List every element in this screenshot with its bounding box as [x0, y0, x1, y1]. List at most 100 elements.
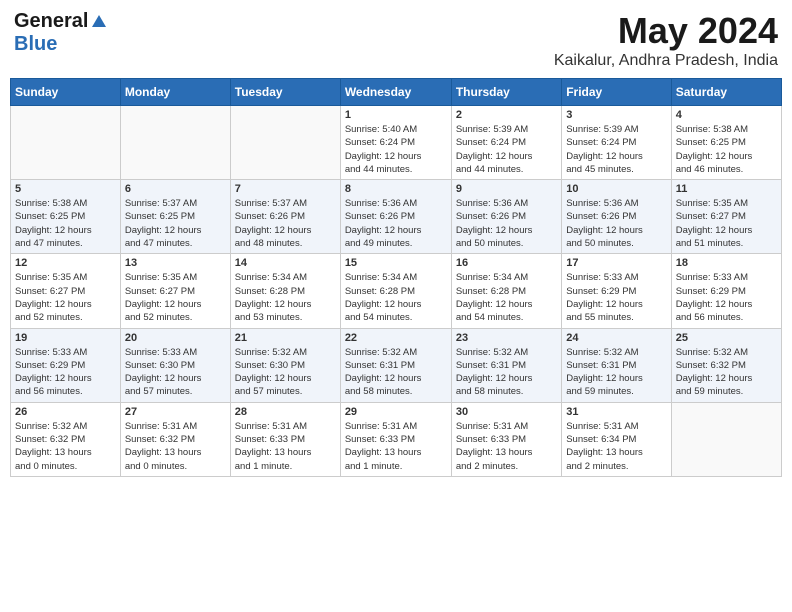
- calendar-week-row: 19 Sunrise: 5:33 AM Sunset: 6:29 PM Dayli…: [11, 328, 782, 402]
- calendar-day: 5Sunrise: 5:38 AM Sunset: 6:25 PM Daylig…: [11, 180, 121, 254]
- calendar-day: 24Sunrise: 5:32 AM Sunset: 6:31 PM Dayli…: [562, 328, 671, 402]
- calendar-day: 19 Sunrise: 5:33 AM Sunset: 6:29 PM Dayli…: [11, 328, 121, 402]
- calendar-day: 27 Sunrise: 5:31 AM Sunset: 6:32 PM Dayli…: [120, 402, 230, 476]
- day-info: Sunrise: 5:31 AM Sunset: 6:33 PM Dayligh…: [456, 420, 557, 473]
- calendar-week-row: 12 Sunrise: 5:35 AM Sunset: 6:27 PM Dayli…: [11, 254, 782, 328]
- calendar-day: 10Sunrise: 5:36 AM Sunset: 6:26 PM Dayli…: [562, 180, 671, 254]
- day-info: Sunrise: 5:31 AM Sunset: 6:32 PM Dayligh…: [125, 420, 226, 473]
- day-number: 4: [676, 109, 777, 121]
- calendar-day: 11Sunrise: 5:35 AM Sunset: 6:27 PM Dayli…: [671, 180, 781, 254]
- page-header: General Blue May 2024 Kaikalur, Andhra P…: [10, 10, 782, 70]
- month-title: May 2024: [554, 10, 778, 52]
- calendar-header-monday: Monday: [120, 79, 230, 106]
- day-number: 20: [125, 332, 226, 344]
- calendar-day: 14 Sunrise: 5:34 AM Sunset: 6:28 PM Dayli…: [230, 254, 340, 328]
- day-info: Sunrise: 5:40 AM Sunset: 6:24 PM Dayligh…: [345, 123, 447, 176]
- day-info: Sunrise: 5:35 AM Sunset: 6:27 PM Dayligh…: [676, 197, 777, 250]
- calendar-week-row: 26 Sunrise: 5:32 AM Sunset: 6:32 PM Dayli…: [11, 402, 782, 476]
- day-info: Sunrise: 5:37 AM Sunset: 6:26 PM Dayligh…: [235, 197, 336, 250]
- calendar-day: 31 Sunrise: 5:31 AM Sunset: 6:34 PM Dayli…: [562, 402, 671, 476]
- day-number: 13: [125, 257, 226, 269]
- day-info: Sunrise: 5:32 AM Sunset: 6:32 PM Dayligh…: [676, 346, 777, 399]
- day-number: 25: [676, 332, 777, 344]
- calendar-day: 21Sunrise: 5:32 AM Sunset: 6:30 PM Dayli…: [230, 328, 340, 402]
- calendar-header-thursday: Thursday: [451, 79, 561, 106]
- calendar-day: 20 Sunrise: 5:33 AM Sunset: 6:30 PM Dayli…: [120, 328, 230, 402]
- day-number: 19: [15, 332, 116, 344]
- calendar-header-sunday: Sunday: [11, 79, 121, 106]
- calendar-table: SundayMondayTuesdayWednesdayThursdayFrid…: [10, 78, 782, 477]
- calendar-day: 3 Sunrise: 5:39 AM Sunset: 6:24 PM Daylig…: [562, 106, 671, 180]
- day-number: 12: [15, 257, 116, 269]
- logo: General Blue: [14, 10, 110, 56]
- day-info: Sunrise: 5:31 AM Sunset: 6:34 PM Dayligh…: [566, 420, 666, 473]
- calendar-day: 25 Sunrise: 5:32 AM Sunset: 6:32 PM Dayli…: [671, 328, 781, 402]
- day-number: 31: [566, 406, 666, 418]
- day-info: Sunrise: 5:34 AM Sunset: 6:28 PM Dayligh…: [235, 271, 336, 324]
- calendar-day: 26 Sunrise: 5:32 AM Sunset: 6:32 PM Dayli…: [11, 402, 121, 476]
- day-number: 1: [345, 109, 447, 121]
- calendar-day: 8 Sunrise: 5:36 AM Sunset: 6:26 PM Daylig…: [340, 180, 451, 254]
- calendar-day: 4 Sunrise: 5:38 AM Sunset: 6:25 PM Daylig…: [671, 106, 781, 180]
- calendar-header-tuesday: Tuesday: [230, 79, 340, 106]
- calendar-day: 6 Sunrise: 5:37 AM Sunset: 6:25 PM Daylig…: [120, 180, 230, 254]
- day-info: Sunrise: 5:39 AM Sunset: 6:24 PM Dayligh…: [456, 123, 557, 176]
- calendar-week-row: 5Sunrise: 5:38 AM Sunset: 6:25 PM Daylig…: [11, 180, 782, 254]
- calendar-day: 17Sunrise: 5:33 AM Sunset: 6:29 PM Dayli…: [562, 254, 671, 328]
- calendar-day: 9 Sunrise: 5:36 AM Sunset: 6:26 PM Daylig…: [451, 180, 561, 254]
- day-info: Sunrise: 5:32 AM Sunset: 6:31 PM Dayligh…: [456, 346, 557, 399]
- calendar-day: [11, 106, 121, 180]
- day-number: 2: [456, 109, 557, 121]
- day-number: 7: [235, 183, 336, 195]
- calendar-week-row: 1 Sunrise: 5:40 AM Sunset: 6:24 PM Daylig…: [11, 106, 782, 180]
- calendar-day: 18Sunrise: 5:33 AM Sunset: 6:29 PM Dayli…: [671, 254, 781, 328]
- day-number: 17: [566, 257, 666, 269]
- day-info: Sunrise: 5:39 AM Sunset: 6:24 PM Dayligh…: [566, 123, 666, 176]
- day-number: 30: [456, 406, 557, 418]
- day-info: Sunrise: 5:33 AM Sunset: 6:30 PM Dayligh…: [125, 346, 226, 399]
- logo-general: General: [14, 10, 88, 33]
- calendar-day: 30 Sunrise: 5:31 AM Sunset: 6:33 PM Dayli…: [451, 402, 561, 476]
- day-number: 29: [345, 406, 447, 418]
- day-info: Sunrise: 5:36 AM Sunset: 6:26 PM Dayligh…: [456, 197, 557, 250]
- calendar-day: 1 Sunrise: 5:40 AM Sunset: 6:24 PM Daylig…: [340, 106, 451, 180]
- day-number: 3: [566, 109, 666, 121]
- day-number: 16: [456, 257, 557, 269]
- calendar-day: [230, 106, 340, 180]
- calendar-header-saturday: Saturday: [671, 79, 781, 106]
- day-number: 27: [125, 406, 226, 418]
- day-info: Sunrise: 5:35 AM Sunset: 6:27 PM Dayligh…: [125, 271, 226, 324]
- day-info: Sunrise: 5:38 AM Sunset: 6:25 PM Dayligh…: [676, 123, 777, 176]
- calendar-day: 7 Sunrise: 5:37 AM Sunset: 6:26 PM Daylig…: [230, 180, 340, 254]
- day-number: 22: [345, 332, 447, 344]
- day-number: 24: [566, 332, 666, 344]
- day-number: 9: [456, 183, 557, 195]
- day-info: Sunrise: 5:32 AM Sunset: 6:31 PM Dayligh…: [345, 346, 447, 399]
- calendar-header-row: SundayMondayTuesdayWednesdayThursdayFrid…: [11, 79, 782, 106]
- calendar-day: [120, 106, 230, 180]
- logo-icon: [90, 13, 108, 31]
- day-number: 14: [235, 257, 336, 269]
- day-info: Sunrise: 5:38 AM Sunset: 6:25 PM Dayligh…: [15, 197, 116, 250]
- day-info: Sunrise: 5:36 AM Sunset: 6:26 PM Dayligh…: [345, 197, 447, 250]
- day-number: 26: [15, 406, 116, 418]
- day-info: Sunrise: 5:36 AM Sunset: 6:26 PM Dayligh…: [566, 197, 666, 250]
- calendar-day: 23 Sunrise: 5:32 AM Sunset: 6:31 PM Dayli…: [451, 328, 561, 402]
- day-info: Sunrise: 5:31 AM Sunset: 6:33 PM Dayligh…: [345, 420, 447, 473]
- calendar-day: 15 Sunrise: 5:34 AM Sunset: 6:28 PM Dayli…: [340, 254, 451, 328]
- day-number: 8: [345, 183, 447, 195]
- calendar-header-friday: Friday: [562, 79, 671, 106]
- day-info: Sunrise: 5:37 AM Sunset: 6:25 PM Dayligh…: [125, 197, 226, 250]
- day-info: Sunrise: 5:32 AM Sunset: 6:30 PM Dayligh…: [235, 346, 336, 399]
- day-number: 23: [456, 332, 557, 344]
- day-info: Sunrise: 5:33 AM Sunset: 6:29 PM Dayligh…: [15, 346, 116, 399]
- day-number: 6: [125, 183, 226, 195]
- calendar-day: 12Sunrise: 5:35 AM Sunset: 6:27 PM Dayli…: [11, 254, 121, 328]
- calendar-day: 16Sunrise: 5:34 AM Sunset: 6:28 PM Dayli…: [451, 254, 561, 328]
- day-number: 15: [345, 257, 447, 269]
- day-info: Sunrise: 5:34 AM Sunset: 6:28 PM Dayligh…: [345, 271, 447, 324]
- day-info: Sunrise: 5:32 AM Sunset: 6:32 PM Dayligh…: [15, 420, 116, 473]
- calendar-day: 22 Sunrise: 5:32 AM Sunset: 6:31 PM Dayli…: [340, 328, 451, 402]
- calendar-day: 2 Sunrise: 5:39 AM Sunset: 6:24 PM Daylig…: [451, 106, 561, 180]
- day-info: Sunrise: 5:31 AM Sunset: 6:33 PM Dayligh…: [235, 420, 336, 473]
